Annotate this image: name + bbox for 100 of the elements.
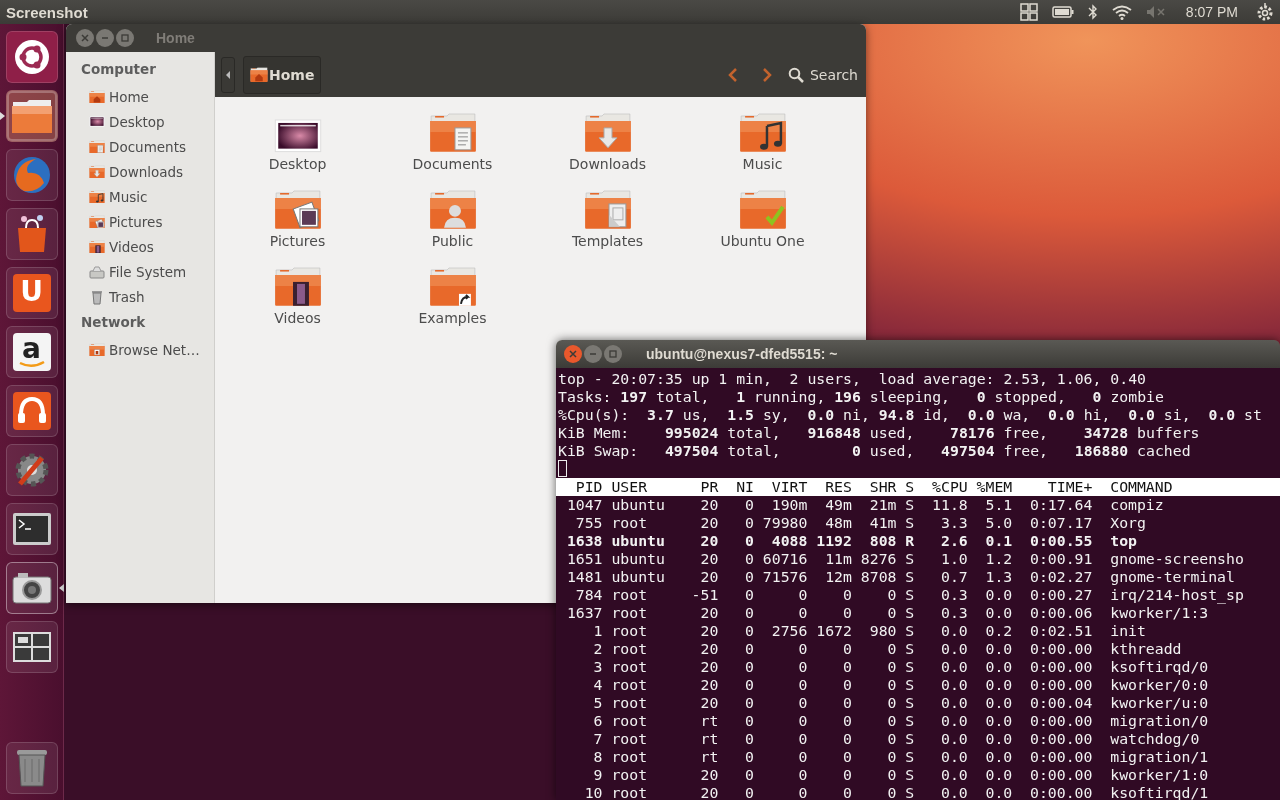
- table-cell-text: 21m: [868, 496, 897, 514]
- table-cell: kworker/0:0: [1110, 676, 1209, 694]
- table-cell: migration/1: [1110, 748, 1209, 766]
- table-cell-text: 0: [886, 730, 897, 748]
- table-cell-text: 20: [699, 766, 719, 784]
- table-cell-text: 0.0: [984, 640, 1013, 658]
- settings-icon[interactable]: [1256, 3, 1274, 21]
- launcher-button[interactable]: [5, 503, 58, 555]
- close-button[interactable]: [76, 29, 94, 47]
- path-back-button[interactable]: [221, 56, 235, 93]
- launcher-button[interactable]: [5, 621, 58, 673]
- table-cell: 1192: [816, 532, 852, 550]
- sidebar-item[interactable]: File System: [81, 259, 214, 284]
- folder-item[interactable]: Pictures: [220, 188, 375, 265]
- launcher-button[interactable]: [5, 208, 58, 260]
- sidebar-item[interactable]: Trash: [81, 284, 214, 309]
- table-cell-text: root: [611, 748, 649, 766]
- table-cell-text: 1.0: [939, 550, 968, 568]
- wifi-icon[interactable]: [1111, 4, 1132, 20]
- search-button[interactable]: Search: [787, 66, 858, 83]
- table-cell-text: rt: [699, 748, 719, 766]
- table-cell-text: 0:17.64: [1029, 496, 1093, 514]
- battery-icon[interactable]: [1051, 6, 1074, 18]
- table-cell: S: [905, 550, 915, 568]
- launcher-button[interactable]: a: [5, 326, 58, 378]
- person-folder-icon: [428, 189, 477, 230]
- table-cell-text: 5.1: [984, 496, 1013, 514]
- sidebar-item[interactable]: Pictures: [81, 209, 214, 234]
- table-cell-text: ubuntu: [611, 496, 666, 514]
- folder-item[interactable]: Downloads: [530, 111, 685, 188]
- folder-item[interactable]: Videos: [220, 265, 375, 342]
- table-cell-text: 0: [744, 748, 754, 766]
- table-cell-text: 0.0: [984, 730, 1013, 748]
- table-cell: S: [905, 748, 915, 766]
- table-cell: 60716: [762, 550, 808, 568]
- table-cell-text: 0:00.00: [1029, 766, 1093, 784]
- film-folder-icon: [273, 266, 322, 307]
- table-cell-text: 0.0: [939, 748, 968, 766]
- table-cell-text: 755: [574, 514, 603, 532]
- table-cell: S: [905, 784, 915, 800]
- folder-item[interactable]: Examples: [375, 265, 530, 342]
- sidebar-item[interactable]: Downloads: [81, 159, 214, 184]
- sidebar-item[interactable]: Music: [81, 184, 214, 209]
- folder-item[interactable]: Music: [685, 111, 840, 188]
- launcher-button[interactable]: [5, 385, 58, 437]
- table-cell-text: 0:00.04: [1029, 694, 1093, 712]
- table-cell-text: 0: [886, 694, 897, 712]
- close-button[interactable]: [564, 345, 582, 363]
- table-cell: 1672: [816, 622, 852, 640]
- table-cell-text: 41m: [868, 514, 897, 532]
- launcher-button[interactable]: [5, 31, 58, 83]
- clock[interactable]: 8:07 PM: [1185, 4, 1238, 20]
- folder-item[interactable]: Documents: [375, 111, 530, 188]
- folder-item[interactable]: Public: [375, 188, 530, 265]
- maximize-button[interactable]: [116, 29, 134, 47]
- table-cell-text: 0:00.06: [1029, 604, 1093, 622]
- table-cell: S: [905, 730, 915, 748]
- launcher-button[interactable]: U: [5, 267, 58, 319]
- table-cell: 8276: [860, 550, 897, 568]
- table-cell-text: 0: [744, 730, 754, 748]
- table-cell-text: 5: [592, 694, 603, 712]
- table-cell-text: 2: [592, 640, 603, 658]
- sidebar-item[interactable]: Browse Net…: [81, 337, 214, 362]
- launcher-button[interactable]: [5, 562, 58, 614]
- table-cell-text: 3: [592, 658, 603, 676]
- table-cell-text: ubuntu: [611, 550, 666, 568]
- table-cell-text: 20: [699, 694, 719, 712]
- pictures-folder-icon: [273, 189, 322, 230]
- table-cell-text: 0: [744, 676, 754, 694]
- download-folder-icon: [583, 112, 632, 153]
- table-cell: 8708: [860, 568, 897, 586]
- table-cell-text: 0.0: [984, 712, 1013, 730]
- table-cell-text: 0:02.51: [1029, 622, 1093, 640]
- table-cell-text: 0: [797, 748, 808, 766]
- table-cell-text: 0: [744, 640, 754, 658]
- sidebar-item[interactable]: Documents: [81, 134, 214, 159]
- table-cell-text: 1638: [565, 532, 603, 550]
- folder-item[interactable]: Templates: [530, 188, 685, 265]
- music-folder-icon: [89, 189, 105, 204]
- forward-icon[interactable]: [761, 66, 772, 83]
- sidebar-item[interactable]: Desktop: [81, 109, 214, 134]
- workspace-grid-icon[interactable]: [1019, 3, 1038, 21]
- sidebar-heading: Network: [81, 313, 147, 332]
- table-cell-text: 6: [592, 712, 603, 730]
- folder-item[interactable]: Ubuntu One: [685, 188, 840, 265]
- table-cell-text: root: [611, 730, 649, 748]
- table-cell-text: 20: [699, 784, 719, 800]
- back-icon[interactable]: [727, 66, 738, 83]
- terminal-line: KiB Swap: 497504 total, 0 used, 497504 free, 186880 cached: [558, 442, 1192, 460]
- table-cell-text: 1047: [565, 496, 603, 514]
- folder-item[interactable]: Desktop: [220, 111, 375, 188]
- text-cursor: [558, 460, 567, 477]
- table-cell-text: 0.0: [939, 730, 968, 748]
- sidebar-item[interactable]: Videos: [81, 234, 214, 259]
- shortcut-folder-icon: [428, 266, 477, 307]
- terminal-line: Tasks: 197 total, 1 running, 196 sleeping, 0 stopped, 0 zombie: [558, 388, 1165, 406]
- launcher-button[interactable]: [5, 90, 58, 142]
- sidebar-item[interactable]: Home: [81, 84, 214, 109]
- minimize-button[interactable]: [96, 29, 114, 47]
- path-button[interactable]: Home: [243, 55, 322, 94]
